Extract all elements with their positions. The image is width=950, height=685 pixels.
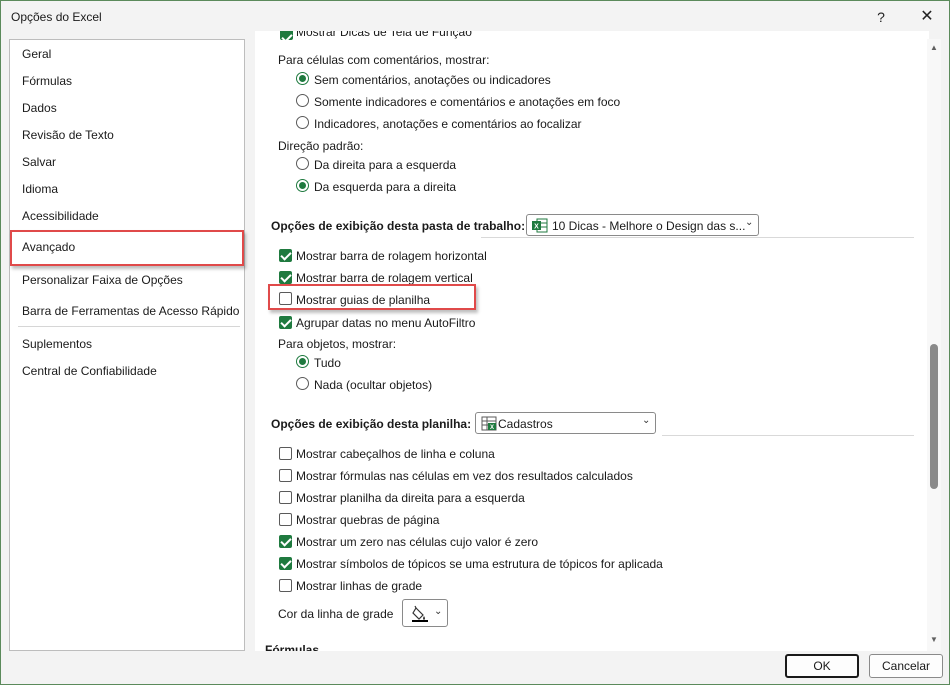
checkbox-linhas-grade[interactable] (279, 579, 292, 592)
sheet-select[interactable]: X Cadastros ⌄ (475, 412, 656, 434)
checkbox-guias-planilha[interactable] (279, 292, 292, 305)
sidebar-item-suplementos[interactable]: Suplementos (22, 337, 92, 351)
label-simbolos-topicos: Mostrar símbolos de tópicos se uma estru… (296, 557, 663, 571)
formulas-section-title-cut: Fórmulas (265, 643, 320, 651)
sidebar-item-central-confiabilidade[interactable]: Central de Confiabilidade (22, 364, 157, 378)
sidebar-item-avancado[interactable]: Avançado (22, 240, 75, 254)
chevron-down-icon: ⌄ (642, 415, 651, 426)
label-formulas: Mostrar fórmulas nas células em vez dos … (296, 469, 633, 483)
sidebar-item-barra-acesso-rapido[interactable]: Barra de Ferramentas de Acesso Rápido (22, 304, 239, 318)
radio-indicadores-focalizar[interactable] (296, 116, 309, 129)
radio-tudo[interactable] (296, 355, 309, 368)
section-divider (662, 435, 914, 436)
sheet-select-value: Cadastros (498, 417, 553, 431)
workbook-select-value: 10 Dicas - Melhore o Design das s... (552, 219, 746, 233)
label-direita-esquerda: Da direita para a esquerda (314, 158, 457, 172)
sidebar-item-salvar[interactable]: Salvar (22, 155, 56, 169)
checkbox-direita-esquerda[interactable] (279, 491, 292, 504)
excel-options-dialog: Opções do Excel ? ✕ Geral Fórmulas Dados… (0, 0, 950, 685)
radio-somente-indicadores[interactable] (296, 94, 309, 107)
scroll-thumb[interactable] (930, 344, 938, 489)
sheet-section-title: Opções de exibição desta planilha: (271, 417, 472, 431)
vertical-scrollbar[interactable]: ▲ ▼ (927, 39, 941, 651)
label-sem-comentarios: Sem comentários, anotações ou indicadore… (314, 73, 551, 87)
label-agrupar-datas: Agrupar datas no menu AutoFiltro (296, 316, 476, 330)
svg-text:X: X (534, 224, 539, 231)
section-divider (481, 237, 914, 238)
sidebar-separator (18, 326, 240, 327)
checkbox-mostrar-zero[interactable] (279, 535, 292, 548)
checkbox-rolagem-vertical[interactable] (279, 271, 292, 284)
label-tudo: Tudo (314, 356, 341, 370)
radio-nada[interactable] (296, 377, 309, 390)
checkbox-rolagem-horizontal[interactable] (279, 249, 292, 262)
scroll-up-arrow-icon[interactable]: ▲ (927, 43, 941, 53)
advanced-options-panel: Mostrar Dicas de Tela de Função Para cél… (255, 31, 929, 651)
checkbox-dicas-funcao[interactable] (280, 31, 293, 40)
label-rolagem-vertical: Mostrar barra de rolagem vertical (296, 271, 473, 285)
label-rolagem-horizontal: Mostrar barra de rolagem horizontal (296, 249, 487, 263)
radio-direita-esquerda[interactable] (296, 157, 309, 170)
checkbox-formulas[interactable] (279, 469, 292, 482)
checkbox-cabecalhos[interactable] (279, 447, 292, 460)
objects-label: Para objetos, mostrar: (278, 337, 397, 351)
cancel-button[interactable]: Cancelar (869, 654, 943, 678)
sidebar: Geral Fórmulas Dados Revisão de Texto Sa… (9, 39, 245, 651)
direction-label: Direção padrão: (278, 139, 364, 153)
label-indicadores-focalizar: Indicadores, anotações e comentários ao … (314, 117, 582, 131)
paint-bucket-icon (412, 605, 428, 622)
label-guias-planilha: Mostrar guias de planilha (296, 293, 431, 307)
radio-esquerda-direita[interactable] (296, 179, 309, 192)
label-somente-indicadores: Somente indicadores e comentários e anot… (314, 95, 621, 109)
sidebar-item-idioma[interactable]: Idioma (22, 182, 58, 196)
sidebar-item-acessibilidade[interactable]: Acessibilidade (22, 209, 99, 223)
workbook-select[interactable]: X 10 Dicas - Melhore o Design das s... ⌄ (526, 214, 759, 236)
label-nada: Nada (ocultar objetos) (314, 378, 433, 392)
chevron-down-icon: ⌄ (434, 606, 443, 617)
label-cabecalhos: Mostrar cabeçalhos de linha e coluna (296, 447, 495, 461)
chevron-down-icon: ⌄ (745, 217, 754, 228)
sidebar-item-personalizar-faixa[interactable]: Personalizar Faixa de Opções (22, 273, 183, 287)
close-button[interactable]: ✕ (907, 5, 947, 29)
label-mostrar-zero: Mostrar um zero nas células cujo valor é… (296, 535, 539, 549)
label-linhas-grade: Mostrar linhas de grade (296, 579, 423, 593)
grid-color-picker[interactable]: ⌄ (402, 599, 448, 627)
sidebar-item-dados[interactable]: Dados (22, 101, 57, 115)
checkbox-quebras-pagina[interactable] (279, 513, 292, 526)
title-bar: Opções do Excel ? ✕ (1, 1, 949, 33)
label-planilha-direita-esquerda: Mostrar planilha da direita para a esque… (296, 491, 525, 505)
label-quebras-pagina: Mostrar quebras de página (296, 513, 440, 527)
svg-text:X: X (490, 425, 494, 431)
window-title: Opções do Excel (11, 10, 102, 24)
workbook-section-title: Opções de exibição desta pasta de trabal… (271, 219, 526, 233)
ok-button[interactable]: OK (785, 654, 859, 678)
comments-label: Para células com comentários, mostrar: (278, 53, 490, 67)
grid-color-label: Cor da linha de grade (278, 607, 394, 621)
sidebar-item-formulas[interactable]: Fórmulas (22, 74, 72, 88)
help-button[interactable]: ? (867, 5, 895, 29)
sidebar-item-geral[interactable]: Geral (22, 47, 51, 61)
checkbox-simbolos-topicos[interactable] (279, 557, 292, 570)
label-esquerda-direita: Da esquerda para a direita (314, 180, 457, 194)
excel-sheet-icon: X (481, 416, 497, 431)
scroll-down-arrow-icon[interactable]: ▼ (927, 635, 941, 645)
sidebar-item-revisao[interactable]: Revisão de Texto (22, 128, 114, 142)
label-dicas-funcao: Mostrar Dicas de Tela de Função (296, 31, 472, 39)
radio-sem-comentarios[interactable] (296, 72, 309, 85)
excel-workbook-icon: X (532, 218, 548, 233)
checkbox-agrupar-datas[interactable] (279, 316, 292, 329)
